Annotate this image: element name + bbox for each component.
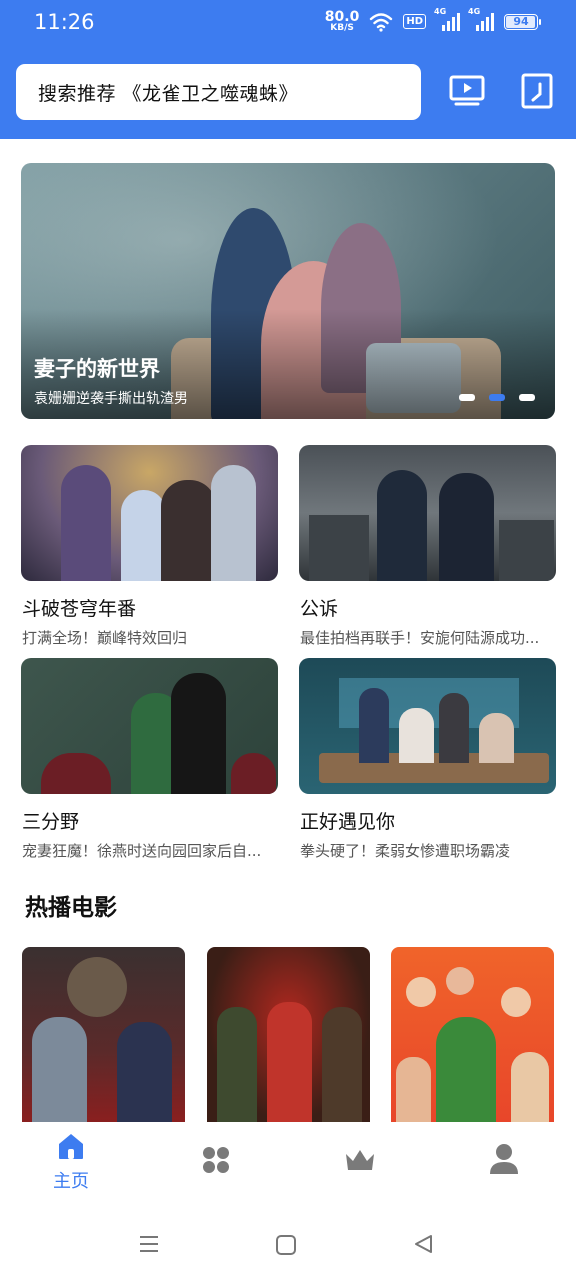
net-speed-unit: KB/S (330, 23, 354, 33)
app-header: 11:26 80.0 KB/S HD 4G 4G 94 搜索推荐 《龙雀卫之噬魂… (0, 0, 576, 139)
apps-icon (203, 1147, 229, 1173)
user-icon (490, 1144, 518, 1174)
net-speed-value: 80.0 (324, 9, 360, 25)
section-title: 热播电影 (25, 895, 117, 921)
hd-badge: HD (403, 14, 426, 29)
nav-home[interactable]: 主页 (11, 1122, 131, 1207)
show-card[interactable]: 斗破苍穹年番 打满全场！巅峰特效回归 (21, 445, 278, 647)
movie-poster[interactable] (22, 947, 185, 1122)
back-icon[interactable] (412, 1233, 434, 1255)
carousel-dot (519, 394, 535, 401)
nav-home-label: 主页 (53, 1171, 89, 1192)
status-time: 11:26 (34, 10, 95, 34)
search-placeholder: 搜索推荐 《龙雀卫之噬魂蛛》 (38, 82, 299, 105)
show-subtitle: 拳头硬了！柔弱女惨遭职场霸凌 (300, 842, 511, 860)
bottom-nav: 主页 (0, 1122, 576, 1207)
show-subtitle: 最佳拍档再联手！安旎何陆源成功... (300, 629, 540, 647)
nav-vip[interactable] (300, 1122, 420, 1207)
show-subtitle: 打满全场！巅峰特效回归 (22, 629, 188, 647)
show-card[interactable]: 正好遇见你 拳头硬了！柔弱女惨遭职场霸凌 (299, 658, 556, 860)
show-title: 三分野 (22, 811, 80, 833)
show-title: 公诉 (300, 598, 339, 620)
status-bar: 11:26 80.0 KB/S HD 4G 4G 94 (0, 0, 576, 46)
net-speed: 80.0 KB/S (325, 10, 360, 33)
home-square-icon[interactable] (275, 1234, 297, 1256)
battery-icon: 94 (504, 13, 541, 30)
banner-title: 妻子的新世界 (34, 357, 160, 381)
show-thumbnail (299, 658, 556, 794)
phone-cast-icon[interactable] (518, 72, 556, 110)
carousel-dot-active (489, 394, 505, 401)
show-card[interactable]: 三分野 宠妻狂魔！徐燕时送向园回家后自... (21, 658, 278, 860)
show-thumbnail (299, 445, 556, 581)
show-title: 正好遇见你 (300, 811, 396, 833)
system-nav-bar (0, 1207, 576, 1280)
show-title: 斗破苍穹年番 (22, 598, 137, 620)
signal-icon-2: 4G (468, 7, 494, 31)
crown-icon (346, 1150, 374, 1170)
nav-apps[interactable] (156, 1122, 276, 1207)
tv-icon[interactable] (448, 72, 486, 110)
show-thumbnail (21, 445, 278, 581)
carousel-dot (459, 394, 475, 401)
status-icons: 80.0 KB/S HD 4G 4G 94 (325, 7, 541, 33)
signal-icon-1: 4G (434, 7, 460, 31)
nav-profile[interactable] (444, 1122, 564, 1207)
menu-icon[interactable] (138, 1234, 160, 1254)
movie-poster[interactable] (391, 947, 554, 1122)
wifi-icon (370, 12, 393, 32)
show-subtitle: 宠妻狂魔！徐燕时送向园回家后自... (22, 842, 262, 860)
movie-poster[interactable] (207, 947, 370, 1122)
show-thumbnail (21, 658, 278, 794)
banner-subtitle: 袁姗姗逆袭手撕出轨渣男 (34, 391, 188, 407)
home-icon (59, 1134, 83, 1159)
banner-carousel[interactable]: 妻子的新世界 袁姗姗逆袭手撕出轨渣男 (21, 163, 555, 419)
search-input[interactable]: 搜索推荐 《龙雀卫之噬魂蛛》 (16, 64, 421, 120)
carousel-indicator (459, 394, 535, 401)
show-card[interactable]: 公诉 最佳拍档再联手！安旎何陆源成功... (299, 445, 556, 647)
